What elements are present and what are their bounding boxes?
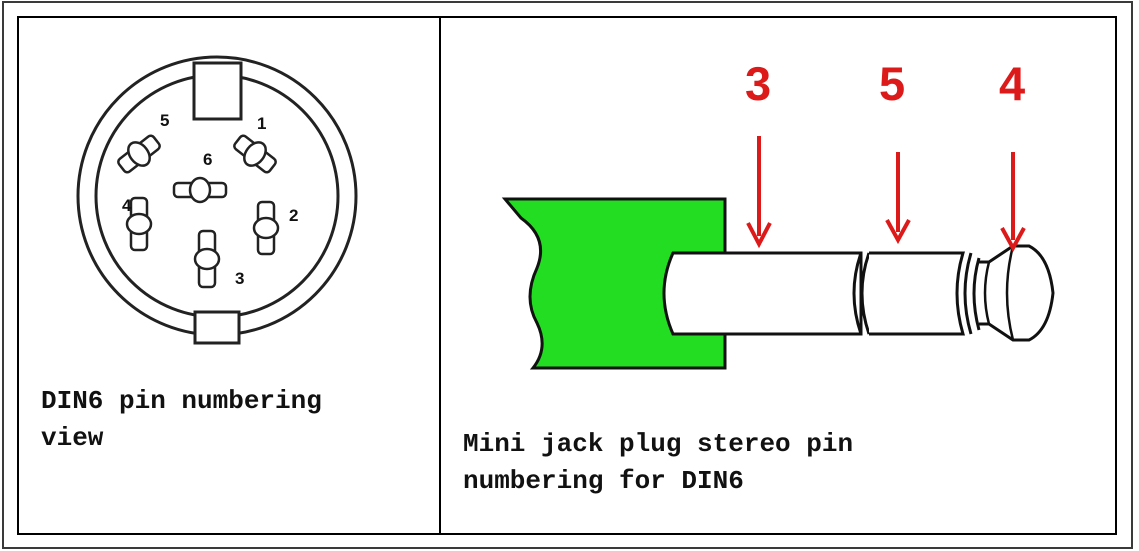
din6-caption: DIN6 pin numbering view <box>41 386 322 453</box>
din6-pin-3 <box>193 229 221 289</box>
jack-pin-label-5: 5 <box>879 57 905 110</box>
din6-pin-2 <box>252 200 280 256</box>
jack-sleeve <box>662 251 863 336</box>
jack-insulator-2 <box>963 252 981 335</box>
arrow-pin-5 <box>885 152 911 245</box>
jack-ring <box>869 251 966 336</box>
mini-jack-plug-diagram: 3 5 4 <box>501 57 1055 370</box>
din6-pin-label-4: 4 <box>122 196 132 215</box>
din6-cell: 1 2 3 4 5 6 DIN6 pin numbering view <box>19 18 439 533</box>
jack-cell: 3 5 4 Mini jack plug stereo pin numberin… <box>441 18 1115 533</box>
din6-connector-diagram: 1 2 3 4 5 6 <box>76 55 358 345</box>
din6-pin-1 <box>233 134 277 174</box>
din6-pin-5 <box>117 134 161 174</box>
arrow-pin-4 <box>1000 152 1026 253</box>
din6-pin-label-5: 5 <box>160 111 169 130</box>
jack-pin-label-4: 4 <box>999 57 1025 110</box>
din6-bottom-key <box>193 310 241 345</box>
din6-pin-label-6: 6 <box>203 150 212 169</box>
din6-pin-6 <box>172 176 228 204</box>
din6-pin-label-1: 1 <box>257 114 266 133</box>
jack-tip <box>979 244 1055 342</box>
din6-pin-label-2: 2 <box>289 206 298 225</box>
din6-pin-label-3: 3 <box>235 269 244 288</box>
din6-top-key <box>192 61 243 121</box>
jack-pin-label-3: 3 <box>745 57 771 110</box>
jack-caption: Mini jack plug stereo pin numbering for … <box>463 429 854 496</box>
arrow-pin-3 <box>746 136 772 249</box>
